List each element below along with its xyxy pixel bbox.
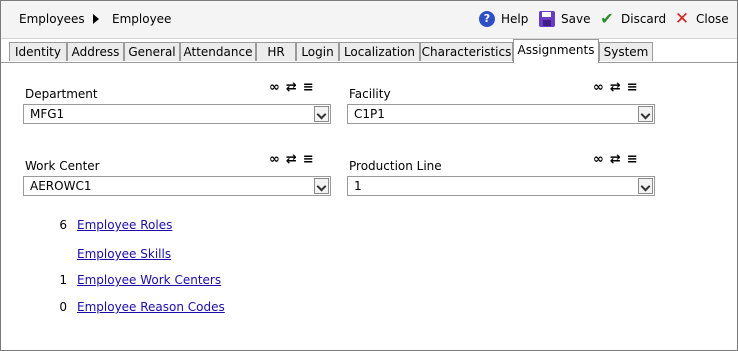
employee-reason-codes-link[interactable]: Employee Reason Codes: [77, 300, 225, 314]
header-bar: Employees Employee ? Help Save ✔ Discard…: [1, 1, 737, 39]
unlink-icon[interactable]: ⇄: [610, 153, 621, 167]
assignments-panel: Department ∞ ⇄ ≡ MFG1 Facility ∞ ⇄ ≡ C1P…: [1, 63, 737, 350]
employee-skills-link[interactable]: Employee Skills: [77, 247, 171, 261]
close-button[interactable]: ✕ Close: [674, 9, 729, 29]
work-center-select[interactable]: AEROWC1: [23, 176, 331, 196]
menu-icon[interactable]: ≡: [627, 153, 638, 167]
production-line-label: Production Line: [349, 159, 442, 173]
department-select[interactable]: MFG1: [23, 104, 331, 124]
breadcrumb-current: Employee: [112, 12, 172, 26]
facility-value: C1P1: [354, 107, 385, 121]
tab-identity[interactable]: Identity: [9, 42, 67, 61]
save-button[interactable]: Save: [539, 9, 590, 29]
link-icon[interactable]: ∞: [269, 81, 280, 95]
save-label: Save: [561, 12, 591, 26]
facility-select[interactable]: C1P1: [347, 104, 655, 124]
facility-field-icons: ∞ ⇄ ≡: [593, 81, 638, 95]
link-count: 1: [59, 273, 67, 287]
employee-work-centers-link[interactable]: Employee Work Centers: [77, 273, 221, 287]
link-icon[interactable]: ∞: [593, 153, 604, 167]
help-button[interactable]: ? Help: [479, 9, 528, 29]
menu-icon[interactable]: ≡: [303, 153, 314, 167]
tab-hr[interactable]: HR: [256, 42, 296, 61]
tab-localization[interactable]: Localization: [339, 42, 420, 61]
tab-characteristics[interactable]: Characteristics: [420, 42, 513, 61]
tab-address[interactable]: Address: [67, 42, 124, 61]
discard-icon: ✔: [600, 9, 614, 28]
breadcrumb-arrow-icon: [93, 14, 99, 24]
department-field-icons: ∞ ⇄ ≡: [269, 81, 314, 95]
close-icon: ✕: [674, 9, 690, 29]
tab-system[interactable]: System: [599, 42, 653, 61]
discard-button[interactable]: ✔ Discard: [599, 9, 666, 29]
tab-login[interactable]: Login: [296, 42, 339, 61]
chevron-down-icon[interactable]: [638, 178, 653, 194]
close-label: Close: [696, 12, 729, 26]
help-label: Help: [501, 12, 529, 26]
window: Employees Employee ? Help Save ✔ Discard…: [0, 0, 738, 351]
department-label: Department: [25, 87, 98, 101]
tab-general[interactable]: General: [124, 42, 180, 61]
production-line-field-icons: ∞ ⇄ ≡: [593, 153, 638, 167]
link-count: 6: [59, 218, 67, 232]
tab-assignments[interactable]: Assignments: [513, 39, 599, 63]
discard-label: Discard: [621, 12, 667, 26]
unlink-icon[interactable]: ⇄: [610, 81, 621, 95]
chevron-down-icon[interactable]: [314, 178, 329, 194]
work-center-value: AEROWC1: [30, 179, 92, 193]
unlink-icon[interactable]: ⇄: [286, 81, 297, 95]
work-center-field-icons: ∞ ⇄ ≡: [269, 153, 314, 167]
link-icon[interactable]: ∞: [269, 153, 280, 167]
chevron-down-icon[interactable]: [314, 106, 329, 122]
link-count: 0: [59, 300, 67, 314]
tab-attendance[interactable]: Attendance: [180, 42, 256, 61]
chevron-down-icon[interactable]: [638, 106, 653, 122]
unlink-icon[interactable]: ⇄: [286, 153, 297, 167]
production-line-select[interactable]: 1: [347, 176, 655, 196]
facility-label: Facility: [349, 87, 391, 101]
employee-roles-link[interactable]: Employee Roles: [77, 218, 172, 232]
menu-icon[interactable]: ≡: [303, 81, 314, 95]
help-icon: ?: [479, 11, 495, 27]
work-center-label: Work Center: [25, 159, 100, 173]
production-line-value: 1: [354, 179, 362, 193]
link-icon[interactable]: ∞: [593, 81, 604, 95]
breadcrumb-root[interactable]: Employees: [19, 12, 85, 26]
tab-bar: Identity Address General Attendance HR L…: [1, 39, 737, 63]
department-value: MFG1: [30, 107, 65, 121]
save-icon: [539, 11, 555, 27]
menu-icon[interactable]: ≡: [627, 81, 638, 95]
